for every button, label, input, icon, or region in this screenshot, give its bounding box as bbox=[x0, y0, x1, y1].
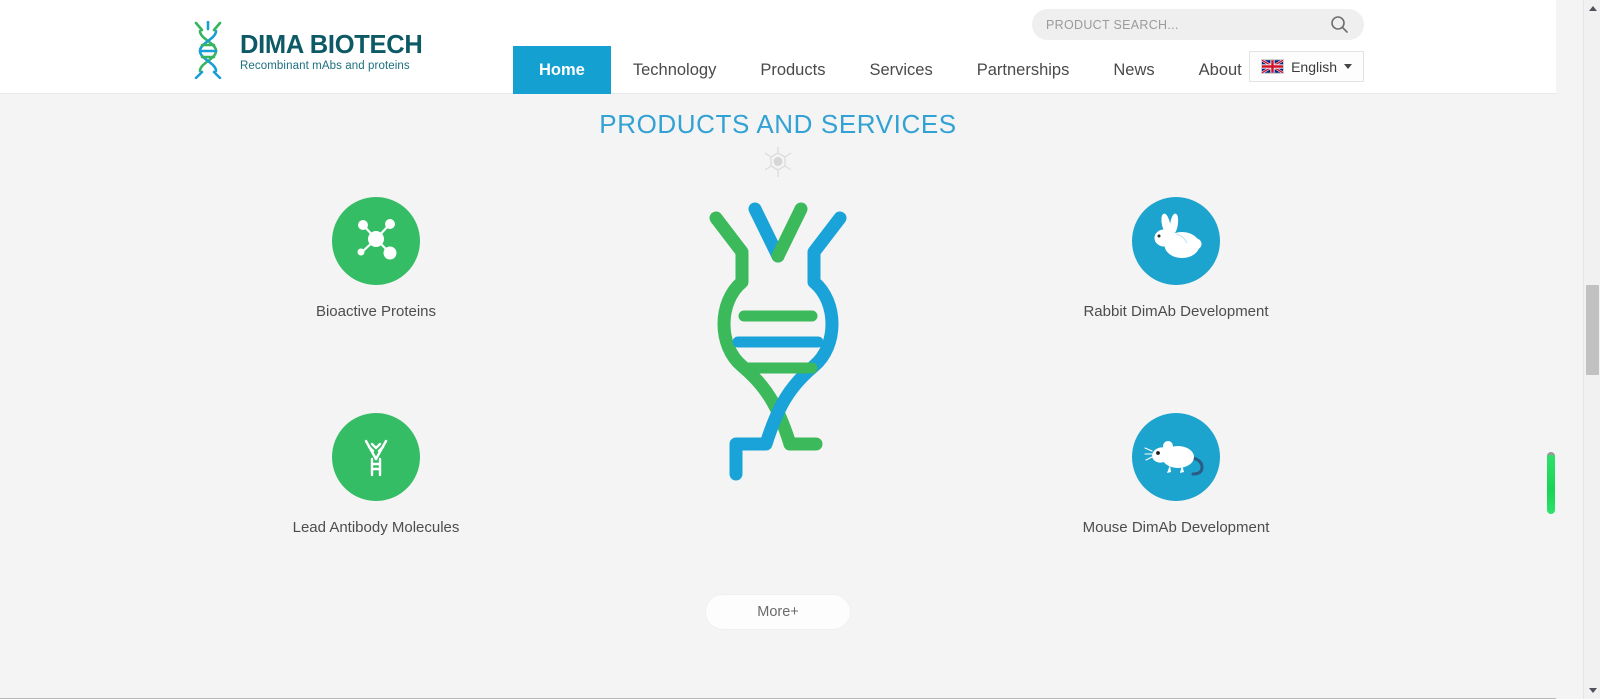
features-grid: Bioactive Proteins Lead Antibody Molecul… bbox=[0, 188, 1556, 588]
dna-helix-icon bbox=[678, 202, 878, 490]
rabbit-icon bbox=[1146, 211, 1206, 272]
section-divider bbox=[0, 146, 1556, 180]
feature-label: Bioactive Proteins bbox=[315, 303, 437, 320]
search-icon[interactable] bbox=[1328, 14, 1350, 36]
feature-icon-circle bbox=[1132, 197, 1220, 285]
chevron-down-icon bbox=[1344, 64, 1352, 69]
more-button-wrapper: More+ bbox=[0, 594, 1556, 630]
feature-rabbit-dimab-development[interactable]: Rabbit DimAb Development bbox=[1056, 197, 1296, 320]
inner-scrollbar-thumb[interactable] bbox=[1547, 452, 1555, 514]
more-button[interactable]: More+ bbox=[705, 594, 851, 630]
scroll-down-arrow-icon[interactable] bbox=[1584, 682, 1600, 699]
feature-icon-circle bbox=[1132, 413, 1220, 501]
nav-item-partnerships[interactable]: Partnerships bbox=[955, 46, 1092, 94]
dna-logo-icon bbox=[186, 21, 230, 79]
nav-item-products[interactable]: Products bbox=[738, 46, 847, 94]
virus-cell-icon bbox=[758, 146, 798, 180]
feature-icon-circle bbox=[332, 413, 420, 501]
feature-icon-circle bbox=[332, 197, 420, 285]
feature-bioactive-proteins[interactable]: Bioactive Proteins bbox=[256, 197, 496, 320]
feature-mouse-dimab-development[interactable]: Mouse DimAb Development bbox=[1056, 413, 1296, 536]
search-box[interactable] bbox=[1032, 9, 1364, 40]
browser-page: DIMA BIOTECH Recombinant mAbs and protei… bbox=[0, 0, 1600, 699]
browser-scrollbar-thumb[interactable] bbox=[1586, 285, 1599, 375]
feature-label: Mouse DimAb Development bbox=[1082, 519, 1270, 536]
language-label: English bbox=[1291, 58, 1337, 75]
feature-label: Lead Antibody Molecules bbox=[292, 519, 460, 536]
browser-scrollbar[interactable] bbox=[1583, 0, 1600, 699]
molecule-icon bbox=[348, 211, 404, 272]
products-and-services-section: PRODUCTS AND SERVICES Bioactive Proteins… bbox=[0, 94, 1556, 630]
feature-lead-antibody-molecules[interactable]: Lead Antibody Molecules bbox=[256, 413, 496, 536]
mouse-icon bbox=[1144, 429, 1208, 486]
site-logo[interactable]: DIMA BIOTECH Recombinant mAbs and protei… bbox=[186, 21, 423, 79]
feature-label: Rabbit DimAb Development bbox=[1083, 303, 1269, 320]
logo-subtitle: Recombinant mAbs and proteins bbox=[240, 60, 410, 73]
page-title: PRODUCTS AND SERVICES bbox=[599, 109, 957, 139]
scroll-up-arrow-icon[interactable] bbox=[1584, 0, 1600, 17]
nav-item-services[interactable]: Services bbox=[847, 46, 954, 94]
antibody-icon bbox=[348, 427, 404, 488]
inner-scrollbar-track[interactable] bbox=[1546, 0, 1556, 699]
page-viewport: DIMA BIOTECH Recombinant mAbs and protei… bbox=[0, 0, 1556, 699]
search-input[interactable] bbox=[1046, 17, 1328, 32]
logo-title: DIMA BIOTECH bbox=[240, 30, 423, 59]
uk-flag-icon bbox=[1261, 59, 1285, 74]
nav-item-home[interactable]: Home bbox=[513, 46, 611, 94]
dna-helix-graphic bbox=[678, 196, 878, 486]
site-header: DIMA BIOTECH Recombinant mAbs and protei… bbox=[0, 0, 1556, 94]
nav-item-technology[interactable]: Technology bbox=[611, 46, 738, 94]
language-selector[interactable]: English bbox=[1249, 51, 1364, 82]
main-navigation: Home Technology Products Services Partne… bbox=[513, 46, 1264, 94]
nav-item-news[interactable]: News bbox=[1091, 46, 1176, 94]
